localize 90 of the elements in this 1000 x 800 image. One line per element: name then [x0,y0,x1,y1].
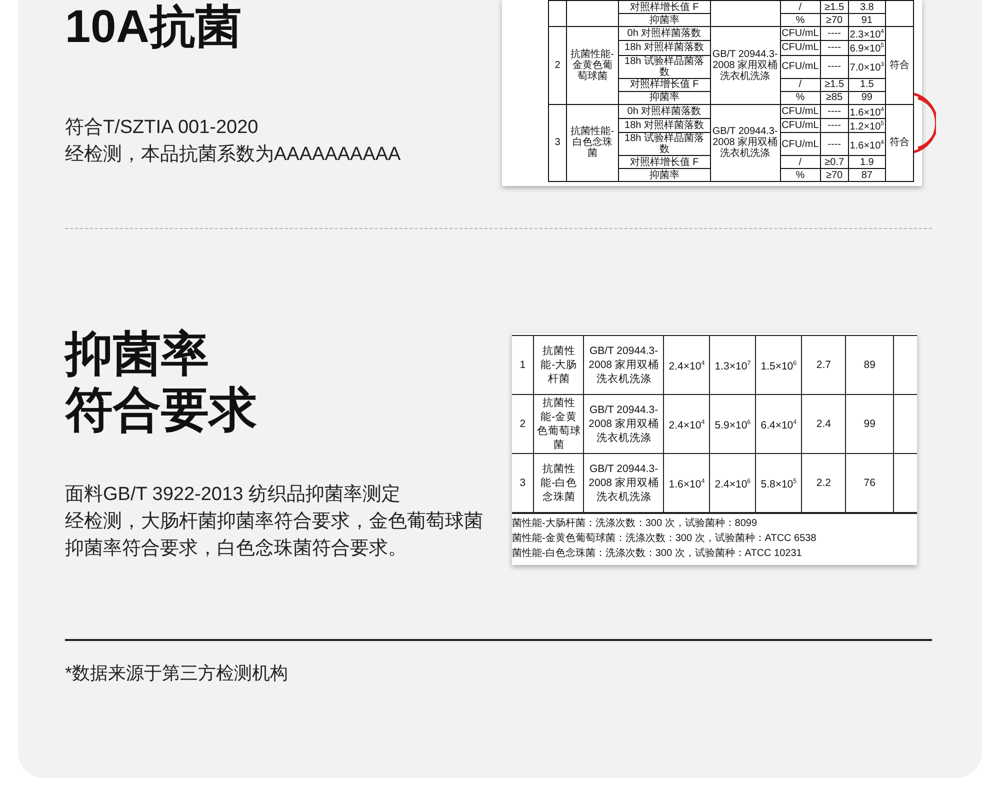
table-cell: 76 [846,454,894,512]
table-cell: 抑菌率 [618,91,710,104]
table-cell: 99 [846,394,894,454]
table-cell: 对照样增长值 F [618,0,710,14]
table-cell: 1.6×10$^{4}$ [848,104,886,118]
note-text: 菌性能-白色念珠菌：洗涤次数：300 次，试验菌种：ATCC 10231 [512,546,803,561]
table-cell: 91 [848,14,886,26]
table-cell: 2.4×10$^{4}$ [664,394,710,454]
description-text: 符合T/SZTIA 001-2020 [65,116,260,140]
table-cell: GB/T 20944.3-2008 家用双桶洗衣机洗涤 [584,336,664,394]
table-cell: 5.8×10$^{5}$ [756,454,802,512]
table-cell: 89 [846,336,894,394]
table-cell: 符合 [886,104,914,182]
table-cell: ---- [820,40,848,56]
table-cell: 1.5×10$^{6}$ [756,336,802,394]
table-cell: 抗菌性能-金黄色葡萄球菌 [534,394,584,454]
description-text: 面料GB/T 3922-2013 纺织品抑菌率测定 [65,483,402,507]
table-cell: 1.9 [848,156,886,169]
table-cell: 2.4 [802,394,846,454]
table-cell: 2 [512,394,534,454]
table-cell: % [780,91,820,104]
table-cell: ≥70 [820,14,848,26]
table-cell: GB/T 20944.3-2008 家用双桶洗衣机洗涤 [710,104,780,182]
table-cell: 抗菌性能-大肠杆菌 [534,336,584,394]
table-cell: 18h 试验样品菌落数 [618,132,710,156]
table-cell: 对照样增长值 F [618,156,710,169]
note-text: 菌性能-大肠杆菌：洗涤次数：300 次，试验菌种：8099 [512,516,758,531]
table-cell: 6.4×10$^{4}$ [756,394,802,454]
table-cell: 抑菌率 [618,14,710,26]
table-cell: CFU/mL [780,132,820,156]
description-text: 经检测，大肠杆菌抑菌率符合要求，金色葡萄球菌 [65,510,484,534]
table-cell: CFU/mL [780,26,820,41]
table-cell: 抑菌率 [618,168,710,182]
table-cell: 2.4×10$^{6}$ [710,454,756,512]
description-text: 抑菌率符合要求，白色念珠菌符合要求。 [65,537,408,561]
table-cell: 3 [548,104,566,182]
description-text: 经检测，本品抗菌系数为AAAAAAAAAA [65,143,402,167]
table-cell: 符合 [886,26,914,104]
table-cell: 抗菌性能-白色念珠菌 [566,104,618,182]
table-cell: 2 [548,26,566,104]
table-cell: 0h 对照样菌落数 [618,26,710,41]
table-cell: 1.2×10$^{5}$ [848,118,886,133]
table-cell: ≥70 [820,168,848,182]
table-cell: % [780,168,820,182]
table-cell: ---- [820,118,848,133]
table-cell: ---- [820,132,848,156]
table-cell: GB/T 20944.3-2008 家用双桶洗衣机洗涤 [584,394,664,454]
table-cell: 2.7 [802,336,846,394]
table-cell: CFU/mL [780,104,820,118]
table-cell: 抗菌性能-金黄色葡萄球菌 [566,26,618,104]
table-cell: 99 [848,91,886,104]
table-cell: % [780,14,820,26]
table-cell: ≥1.5 [820,78,848,92]
table-cell: / [780,0,820,14]
table-cell: 18h 对照样菌落数 [618,118,710,133]
table-cell: 5.9×10$^{6}$ [710,394,756,454]
table-cell: 2.4×10$^{4}$ [664,336,710,394]
section-heading: 10A抗菌 [65,0,242,52]
table-cell: 87 [848,168,886,182]
table-cell: 3 [512,454,534,512]
table-cell: 2.3×10$^{4}$ [848,26,886,41]
table-cell: ---- [820,104,848,118]
table-cell: CFU/mL [780,40,820,56]
table-cell: GB/T 20944.3-2008 家用双桶洗衣机洗涤 [584,454,664,512]
section-heading: 抑菌率 符合要求 [65,327,258,439]
table-cell: 1 [512,336,534,394]
table-cell: CFU/mL [780,55,820,78]
table-cell: ≥85 [820,91,848,104]
table-cell: 18h 试验样品菌落数 [618,55,710,78]
table-cell: ---- [820,26,848,41]
table-cell: 对照样增长值 F [618,78,710,92]
seal-drawing [912,92,936,154]
table-cell: ≥0.7 [820,156,848,169]
table-cell: 3.8 [848,0,886,14]
table-cell: GB/T 20944.3-2008 家用双桶洗衣机洗涤 [710,26,780,104]
table-cell: ≥1.5 [820,0,848,14]
table-cell: 0h 对照样菌落数 [618,104,710,118]
table-cell: 抗菌性能-白色念珠菌 [534,454,584,512]
table-cell: 6.9×10$^{5}$ [848,40,886,56]
table-cell: / [780,78,820,92]
table-cell: 2.2 [802,454,846,512]
table-cell: 1.5 [848,78,886,92]
table-cell: ---- [820,55,848,78]
table-cell: 18h 对照样菌落数 [618,40,710,56]
table-cell: / [780,156,820,169]
footnote-text: *数据来源于第三方检测机构 [65,662,290,685]
note-text: 菌性能-金黄色葡萄球菌：洗涤次数：300 次，试验菌种：ATCC 6538 [512,532,818,546]
table-cell: 1.3×10$^{7}$ [710,336,756,394]
table-cell: 1.6×10$^{4}$ [664,454,710,512]
table-cell: CFU/mL [780,118,820,133]
